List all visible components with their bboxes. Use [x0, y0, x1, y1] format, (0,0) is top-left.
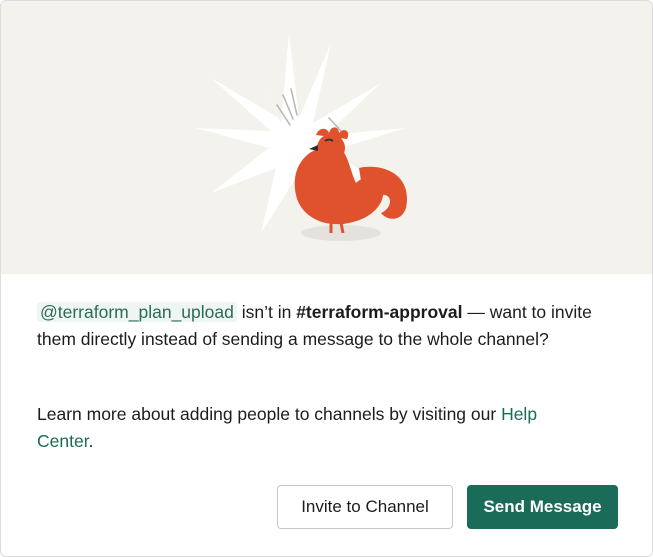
learn-more-end: . [88, 431, 94, 451]
learn-more-message: Learn more about adding people to channe… [37, 401, 597, 455]
invite-dialog: @terraform_plan_upload isn’t in #terrafo… [0, 0, 653, 557]
learn-more-text: Learn more about adding people to channe… [37, 404, 502, 424]
close-button[interactable] [591, 34, 619, 62]
invite-to-channel-button[interactable]: Invite to Channel [277, 485, 453, 529]
invite-message: @terraform_plan_upload isn’t in #terrafo… [37, 299, 597, 353]
dialog-hero [1, 1, 652, 274]
rooster-illustration-icon [196, 33, 407, 241]
user-mention[interactable]: @terraform_plan_upload [37, 302, 237, 322]
send-message-button[interactable]: Send Message [467, 485, 618, 529]
message-text-1: isn’t in [236, 302, 297, 322]
channel-name: #terraform-approval [296, 302, 463, 322]
